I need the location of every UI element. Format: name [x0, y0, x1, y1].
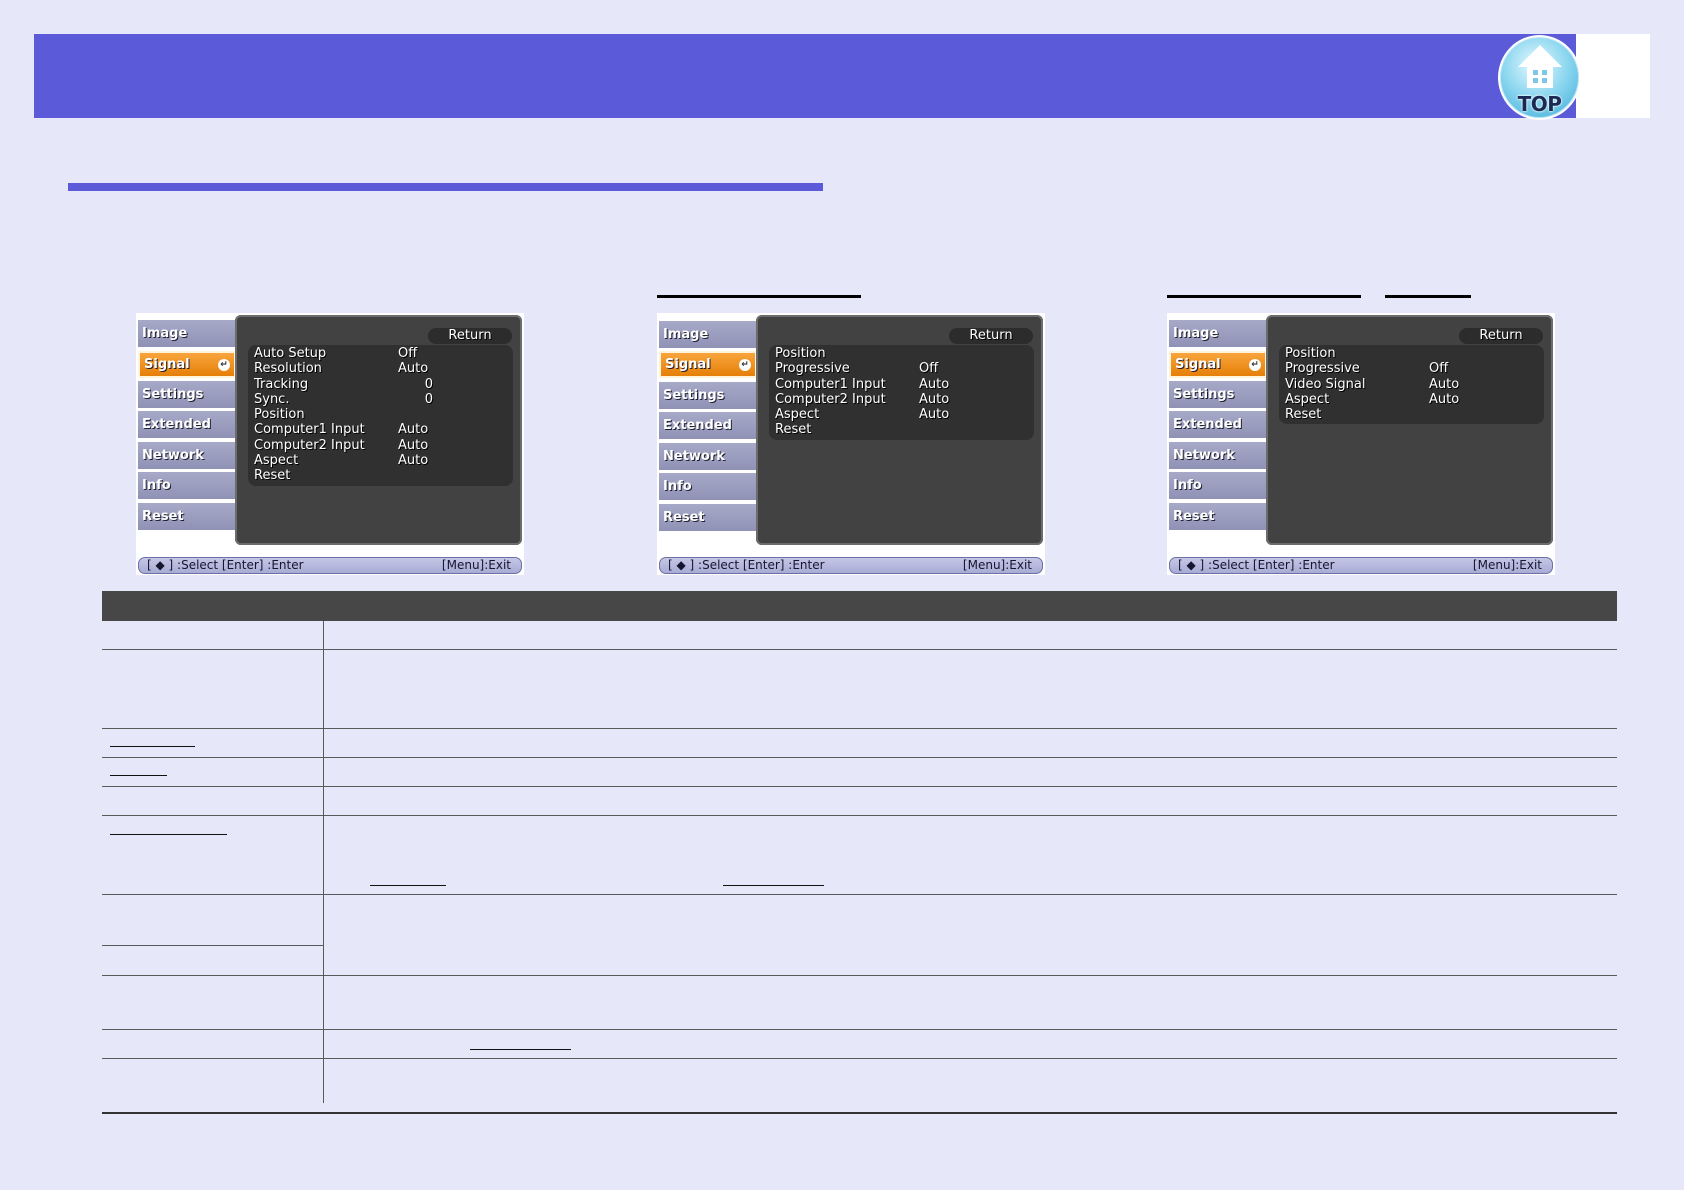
tab-info: Info [659, 473, 757, 500]
signal-panel: Return Position Progressive Off Computer1… [756, 315, 1043, 545]
list-item: Reset [1285, 407, 1322, 423]
home-building-icon [1527, 66, 1553, 88]
tab-signal: Signal ↵ [138, 351, 236, 378]
tab-settings: Settings [1169, 381, 1267, 408]
enter-icon: ↵ [739, 359, 751, 371]
table-header [102, 591, 1617, 621]
tracking-link[interactable] [110, 746, 195, 747]
table-row-divider [102, 945, 323, 946]
table-row-divider [102, 649, 1617, 650]
list-item: Computer1 Input Auto [254, 422, 429, 438]
enter-icon: ↵ [1249, 359, 1261, 371]
list-item: Computer2 Input Auto [254, 437, 429, 453]
tab-image: Image [1169, 320, 1267, 347]
list-item: Computer1 Input Auto [775, 376, 950, 392]
table-row-divider [102, 1058, 1617, 1059]
osd-menu-component: Image Signal ↵ Settings Extended Network … [657, 313, 1045, 575]
menu3-caption-link-2[interactable] [1385, 295, 1471, 298]
list-item: Progressive Off [775, 361, 939, 377]
header-page-corner [1576, 34, 1650, 118]
menu3-caption-link-1[interactable] [1167, 295, 1361, 298]
tab-signal: Signal ↵ [659, 351, 757, 378]
osd-menu-computer: Image Signal ↵ Settings Extended Network … [136, 313, 524, 575]
list-item: Aspect Auto [1285, 391, 1460, 407]
list-item: Reset [254, 468, 291, 484]
tab-info: Info [1169, 472, 1267, 499]
tab-extended: Extended [138, 411, 236, 438]
tab-image: Image [659, 321, 757, 348]
table-row-divider [102, 786, 1617, 787]
position-desc-link-2[interactable] [723, 885, 824, 886]
top-button[interactable]: TOP [1498, 35, 1581, 120]
table-bottom-rule [102, 1112, 1617, 1114]
tab-signal: Signal ↵ [1169, 351, 1267, 378]
position-link[interactable] [110, 834, 227, 835]
list-item: Position [254, 407, 305, 423]
tab-info: Info [138, 472, 236, 499]
osd-footer: [ ◆ ] :Select [Enter] :Enter [Menu]:Exit [1169, 557, 1553, 574]
tab-extended: Extended [1169, 411, 1267, 438]
osd-menu-video: Image Signal ↵ Settings Extended Network … [1167, 313, 1555, 575]
signal-panel: Return Position Progressive Off Video Sig… [1266, 315, 1553, 545]
list-item: Resolution Auto [254, 361, 429, 377]
tab-image: Image [138, 320, 236, 347]
table-row-divider [102, 728, 1617, 729]
tab-reset: Reset [659, 504, 757, 531]
osd-footer: [ ◆ ] :Select [Enter] :Enter [Menu]:Exit [659, 557, 1043, 574]
list-item: Tracking 0 [254, 376, 433, 392]
table-row-divider [102, 815, 1617, 816]
tab-settings: Settings [138, 381, 236, 408]
return-label: Return [428, 328, 512, 344]
signal-items: Position Progressive Off Video Signal Auto… [1279, 345, 1544, 425]
list-item: Sync. 0 [254, 391, 433, 407]
table-row-divider [102, 894, 1617, 895]
list-item: Auto Setup Off [254, 346, 418, 361]
top-button-label: TOP [1517, 92, 1562, 116]
table-row-divider [102, 1029, 1617, 1030]
home-arrow-icon [1518, 45, 1562, 67]
list-item: Computer2 Input Auto [775, 391, 950, 407]
tab-network: Network [1169, 442, 1267, 469]
menu2-caption-link[interactable] [657, 295, 861, 298]
signal-items: Auto Setup Off Resolution Auto Tracking 0 S… [248, 345, 513, 486]
header-band [34, 34, 1576, 118]
section-title-rule [68, 183, 823, 191]
position-desc-link-1[interactable] [370, 885, 446, 886]
list-item: Progressive Off [1285, 361, 1449, 377]
list-item: Position [1285, 346, 1336, 361]
table-col-divider [323, 621, 324, 1103]
tab-reset: Reset [138, 503, 236, 530]
sync-link[interactable] [110, 775, 167, 776]
signal-items: Position Progressive Off Computer1 Input A… [769, 345, 1034, 440]
list-item: Aspect Auto [254, 453, 429, 469]
table-row-divider [102, 975, 1617, 976]
list-item: Aspect Auto [775, 407, 950, 423]
return-label: Return [949, 328, 1033, 344]
return-label: Return [1459, 328, 1543, 344]
list-item: Position [775, 346, 826, 361]
osd-footer: [ ◆ ] :Select [Enter] :Enter [Menu]:Exit [138, 557, 522, 574]
enter-icon: ↵ [218, 359, 230, 371]
tab-network: Network [138, 442, 236, 469]
aspect-desc-link[interactable] [470, 1049, 571, 1050]
list-item: Video Signal Auto [1285, 376, 1460, 392]
tab-settings: Settings [659, 382, 757, 409]
signal-panel: Return Auto Setup Off Resolution Auto Trac… [235, 315, 522, 545]
table-row-divider [102, 757, 1617, 758]
tab-reset: Reset [1169, 503, 1267, 530]
list-item: Reset [775, 422, 812, 438]
tab-extended: Extended [659, 412, 757, 439]
tab-network: Network [659, 443, 757, 470]
